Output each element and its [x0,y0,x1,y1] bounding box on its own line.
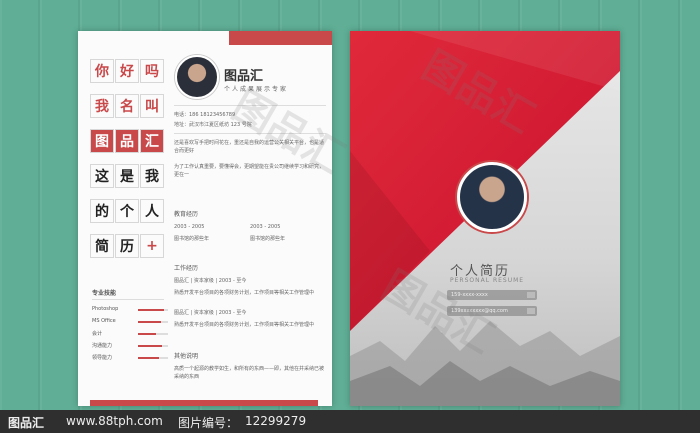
skill-name: 会计 [92,331,103,337]
skill-bar-fill [138,309,164,311]
skill-bar [138,333,168,335]
other-heading: 其他说明 [174,353,199,360]
footer-brand: 图品汇 [8,416,45,430]
grid-char-cell: 我 [140,164,164,188]
skill-name: 领导能力 [92,355,113,361]
grid-char-cell: 好 [115,59,139,83]
skill-row: MS Office [92,318,168,326]
skill-bar [138,345,168,347]
skill-bar-fill [138,321,161,323]
grid-char-cell: 这 [90,164,114,188]
grid-char-cell: 叫 [140,94,164,118]
edu-year: 2003 - 2005 [174,224,205,230]
phone-icon [527,292,535,298]
work-desc: 熟悉开发平台项目的各项财务计划，工作项目等相关工作管理中 [174,290,315,296]
skills-heading: 专业技能 [92,290,117,297]
grid-char-cell: 的 [90,199,114,223]
grid-char-cell: 我 [90,94,114,118]
grid-char-cell: 图 [90,129,114,153]
top-accent-bar [229,31,332,45]
profile-avatar [175,55,219,99]
grid-char-cell: 人 [140,199,164,223]
skill-name: Photoshop [92,306,119,312]
skill-name: MS Office [92,318,116,324]
skill-name: 沟通能力 [92,343,113,349]
cover-subtitle: PERSONAL RESUME [450,277,525,284]
work-title: 图品汇 | 资本家级 | 2003 - 至今 [174,278,247,284]
edu-year: 2003 - 2005 [250,224,281,230]
skill-row: 沟通能力 [92,342,168,350]
edu-school: 图书馆的那些年 [250,236,286,242]
mail-icon [527,308,535,314]
skill-bar [138,309,168,311]
bottom-accent-bar [90,400,318,406]
work-desc: 熟悉开发平台项目的各项财务计划，工作项目等相关工作管理中 [174,322,315,328]
grid-char-cell: 个 [115,199,139,223]
footer-bar: 图品汇 www.88tph.com 图片编号： 12299279 [0,410,700,433]
resume-back-page: 你好吗我名叫图品汇这是我的个人简历 + 图品汇 个人成果展示专家 电话：186 1… [78,31,332,406]
skill-bar-fill [138,345,162,347]
divider [92,299,164,300]
work-title: 图品汇 | 资本家级 | 2003 - 至今 [174,310,247,316]
footer-id-label: 图片编号： [178,416,239,430]
grid-char-cell: + [140,234,164,258]
skill-row: Photoshop [92,306,168,314]
work-heading: 工作经历 [174,265,199,272]
grid-char-cell: 名 [115,94,139,118]
grid-char-cell: 吗 [140,59,164,83]
grid-char-cell: 你 [90,59,114,83]
cover-avatar [457,162,527,232]
skill-row: 会计 [92,330,168,338]
grid-char-cell: 是 [115,164,139,188]
education-heading: 教育经历 [174,211,199,218]
skill-bar-fill [138,357,159,359]
skill-bar [138,321,168,323]
grid-char-cell: 品 [115,129,139,153]
edu-school: 图书馆的那些年 [174,236,210,242]
grid-char-cell: 简 [90,234,114,258]
skill-row: 领导能力 [92,354,168,362]
grid-char-cell: 汇 [140,129,164,153]
footer-url: www.88tph.com [66,414,163,428]
skill-bar [138,357,168,359]
skill-bar-fill [138,333,156,335]
other-text: 高质一个起源的教学如生，和所有的东西——即，其他在并采纳已被采纳的东西 [174,366,325,380]
footer-id: 12299279 [245,414,307,428]
grid-char-cell: 历 [115,234,139,258]
